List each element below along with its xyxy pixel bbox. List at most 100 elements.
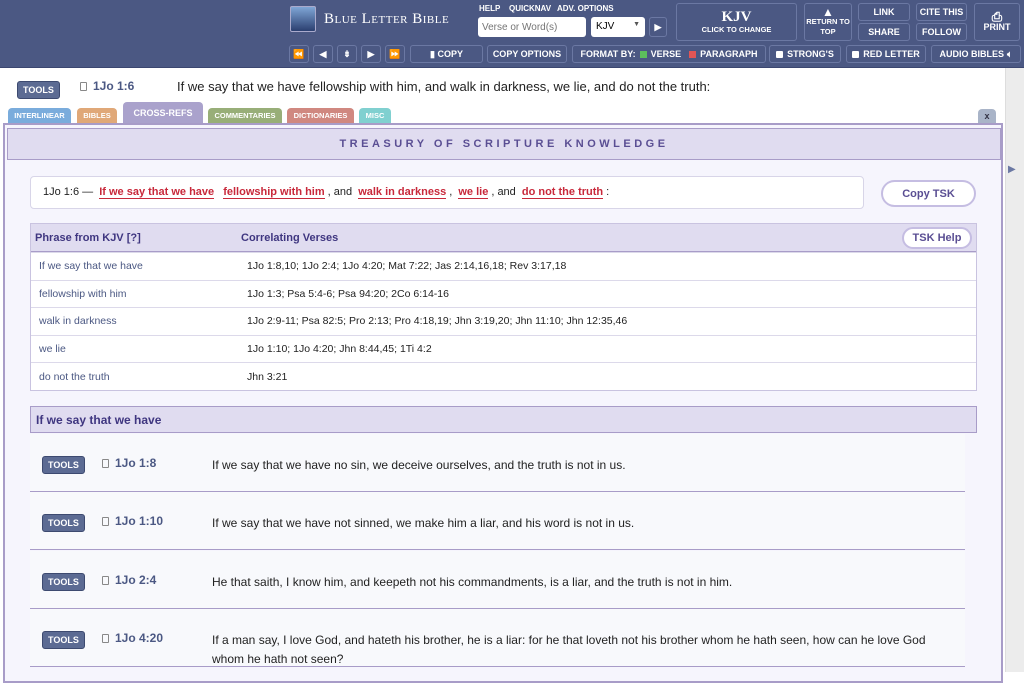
copy-options-button[interactable]: COPY OPTIONS xyxy=(487,45,567,63)
format-by-control: FORMAT BY: VERSE PARAGRAPH xyxy=(572,45,766,63)
tab-cross-refs[interactable]: CROSS-REFS xyxy=(123,102,203,124)
checkbox-icon xyxy=(776,50,784,58)
tsk-help-button[interactable]: TSK Help xyxy=(902,227,972,249)
tools-button[interactable]: TOOLS xyxy=(42,514,85,533)
tab-dictionaries[interactable]: DICTIONARIES xyxy=(287,108,354,123)
chevron-down-icon: ▼ xyxy=(633,21,640,28)
table-row: If we say that we have 1Jo 1:8,10; 1Jo 2:… xyxy=(31,252,976,280)
header: Blue Letter Bible HELP QUICKNAV ADV. OPT… xyxy=(0,0,1024,68)
paragraph-unchecked-icon[interactable] xyxy=(689,50,697,58)
return-top-button[interactable]: ▲ RETURN TO TOP xyxy=(804,3,852,41)
tools-button[interactable]: TOOLS xyxy=(42,456,85,474)
col-phrase-header[interactable]: Phrase from KJV [?] xyxy=(31,232,241,244)
strongs-toggle[interactable]: STRONG'S xyxy=(769,45,841,63)
cross-refs-panel: TREASURY OF SCRIPTURE KNOWLEDGE 1Jo 1:6 … xyxy=(3,123,1003,683)
down-button[interactable]: ⇟ xyxy=(337,45,357,63)
red-letter-toggle[interactable]: RED LETTER xyxy=(846,45,926,63)
printer-icon: ⎙ xyxy=(991,9,1003,24)
tab-interlinear[interactable]: INTERLINEAR xyxy=(8,108,71,123)
verse-ref[interactable]: 1Jo 1:10 xyxy=(102,514,163,528)
search-go-button[interactable]: ▶ xyxy=(649,17,667,37)
copy-icon xyxy=(102,517,109,527)
phrase-cell[interactable]: If we say that we have xyxy=(31,260,241,272)
table-row: do not the truth Jhn 3:21 xyxy=(31,362,976,390)
tab-misc[interactable]: MISC xyxy=(359,108,391,123)
verses-cell[interactable]: 1Jo 2:9-11; Psa 82:5; Pro 2:13; Pro 4:18… xyxy=(241,315,627,327)
phrase-link[interactable]: walk in darkness xyxy=(358,186,447,199)
table-row: fellowship with him 1Jo 1:3; Psa 5:4-6; P… xyxy=(31,279,976,308)
list-item: TOOLS 1Jo 1:8 If we say that we have no si… xyxy=(30,434,965,492)
copy-icon: ▮ xyxy=(430,49,438,59)
expand-arrow-icon[interactable]: ▶ xyxy=(1008,164,1016,175)
phrase-cell[interactable]: we lie xyxy=(31,343,241,355)
help-link[interactable]: HELP xyxy=(479,4,500,13)
tools-button[interactable]: TOOLS xyxy=(42,630,85,649)
close-panel-button[interactable]: x xyxy=(978,109,996,123)
verse-ref[interactable]: 1Jo 1:6 xyxy=(80,79,134,93)
search-input[interactable] xyxy=(478,17,586,37)
copy-tsk-button[interactable]: Copy TSK xyxy=(881,180,976,207)
phrase-link[interactable]: If we say that we have xyxy=(99,186,215,199)
quicknav-link[interactable]: QUICKNAV xyxy=(509,4,551,13)
copy-icon xyxy=(80,82,87,91)
first-chapter-button[interactable]: ⏪ xyxy=(289,45,309,63)
speaker-icon: 🔈︎ xyxy=(1007,49,1013,59)
verse-text: If a man say, I love God, and hateth his… xyxy=(212,632,926,666)
phrase-link[interactable]: fellowship with him xyxy=(223,186,325,199)
next-button[interactable]: ▶ xyxy=(361,45,381,63)
tab-bibles[interactable]: BIBLES xyxy=(77,108,117,123)
checkbox-icon xyxy=(852,50,860,58)
verse-text: If we say that we have not sinned, we ma… xyxy=(212,516,635,531)
panel-title: TREASURY OF SCRIPTURE KNOWLEDGE xyxy=(7,128,1001,160)
audio-bibles-button[interactable]: AUDIO BIBLES 🔈︎ xyxy=(931,45,1021,63)
cross-ref-table: Phrase from KJV [?] Correlating Verses T… xyxy=(30,223,977,391)
col-verses-header: Correlating Verses xyxy=(241,231,339,244)
phrase-link[interactable]: we lie xyxy=(458,186,489,199)
share-button[interactable]: SHARE xyxy=(858,23,910,41)
copy-icon xyxy=(102,633,109,643)
phrase-cell[interactable]: walk in darkness xyxy=(31,315,241,327)
verse-text: If we say that we have fellowship with h… xyxy=(177,79,711,94)
arrow-up-icon: ▲ xyxy=(822,5,834,19)
verse-ref[interactable]: 1Jo 4:20 xyxy=(102,631,163,645)
verse-ref[interactable]: 1Jo 1:8 xyxy=(102,456,156,470)
version-change-button[interactable]: KJV CLICK TO CHANGE xyxy=(676,3,797,41)
current-verse: TOOLS 1Jo 1:6 If we say that we have fel… xyxy=(0,70,1004,104)
copy-icon xyxy=(102,459,109,468)
phrase-cell[interactable]: fellowship with him xyxy=(31,288,241,300)
bible-logo-icon xyxy=(290,6,316,32)
version-select[interactable]: KJV ▼ xyxy=(591,17,645,37)
verses-cell[interactable]: Jhn 3:21 xyxy=(241,371,287,383)
copy-icon xyxy=(102,575,109,585)
list-item: TOOLS 1Jo 2:4 He that saith, I know him, a… xyxy=(30,550,965,609)
verse-phrases-box: 1Jo 1:6 — If we say that we have fellows… xyxy=(30,176,864,209)
follow-button[interactable]: FOLLOW xyxy=(916,23,967,41)
cite-button[interactable]: CITE THIS xyxy=(916,3,967,21)
verses-cell[interactable]: 1Jo 1:8,10; 1Jo 2:4; 1Jo 4:20; Mat 7:22;… xyxy=(241,260,566,272)
section-header: If we say that we have xyxy=(30,406,977,433)
logo[interactable]: Blue Letter Bible xyxy=(290,6,449,32)
scrollbar[interactable]: ▶ xyxy=(1005,68,1024,672)
verse-text: If we say that we have no sin, we deceiv… xyxy=(212,458,626,472)
phrase-link[interactable]: do not the truth xyxy=(521,186,604,199)
tools-button[interactable]: TOOLS xyxy=(42,572,85,591)
copy-button[interactable]: ▮ COPY xyxy=(410,45,483,63)
table-header: Phrase from KJV [?] Correlating Verses T… xyxy=(31,224,976,252)
verse-checked-icon[interactable] xyxy=(639,50,647,58)
tools-button[interactable]: TOOLS xyxy=(17,81,60,99)
verse-text: He that saith, I know him, and keepeth n… xyxy=(212,574,733,589)
phrase-cell[interactable]: do not the truth xyxy=(31,371,241,383)
last-chapter-button[interactable]: ⏩ xyxy=(385,45,405,63)
prev-button[interactable]: ◀ xyxy=(313,45,333,63)
table-row: we lie 1Jo 1:10; 1Jo 4:20; Jhn 8:44,45; 1… xyxy=(31,334,976,363)
table-row: walk in darkness 1Jo 2:9-11; Psa 82:5; Pr… xyxy=(31,307,976,335)
verse-ref[interactable]: 1Jo 2:4 xyxy=(102,573,156,587)
tab-commentaries[interactable]: COMMENTARIES xyxy=(208,108,282,123)
link-button[interactable]: LINK xyxy=(858,3,910,21)
print-button[interactable]: ⎙ PRINT xyxy=(974,3,1020,41)
verses-cell[interactable]: 1Jo 1:3; Psa 5:4-6; Psa 94:20; 2Co 6:14-… xyxy=(241,288,449,300)
adv-options-link[interactable]: ADV. OPTIONS xyxy=(557,4,614,13)
list-item: TOOLS 1Jo 4:20 If a man say, I love God, a… xyxy=(30,608,965,667)
verses-cell[interactable]: 1Jo 1:10; 1Jo 4:20; Jhn 8:44,45; 1Ti 4:2 xyxy=(241,343,432,355)
list-item: TOOLS 1Jo 1:10 If we say that we have not … xyxy=(30,492,965,551)
